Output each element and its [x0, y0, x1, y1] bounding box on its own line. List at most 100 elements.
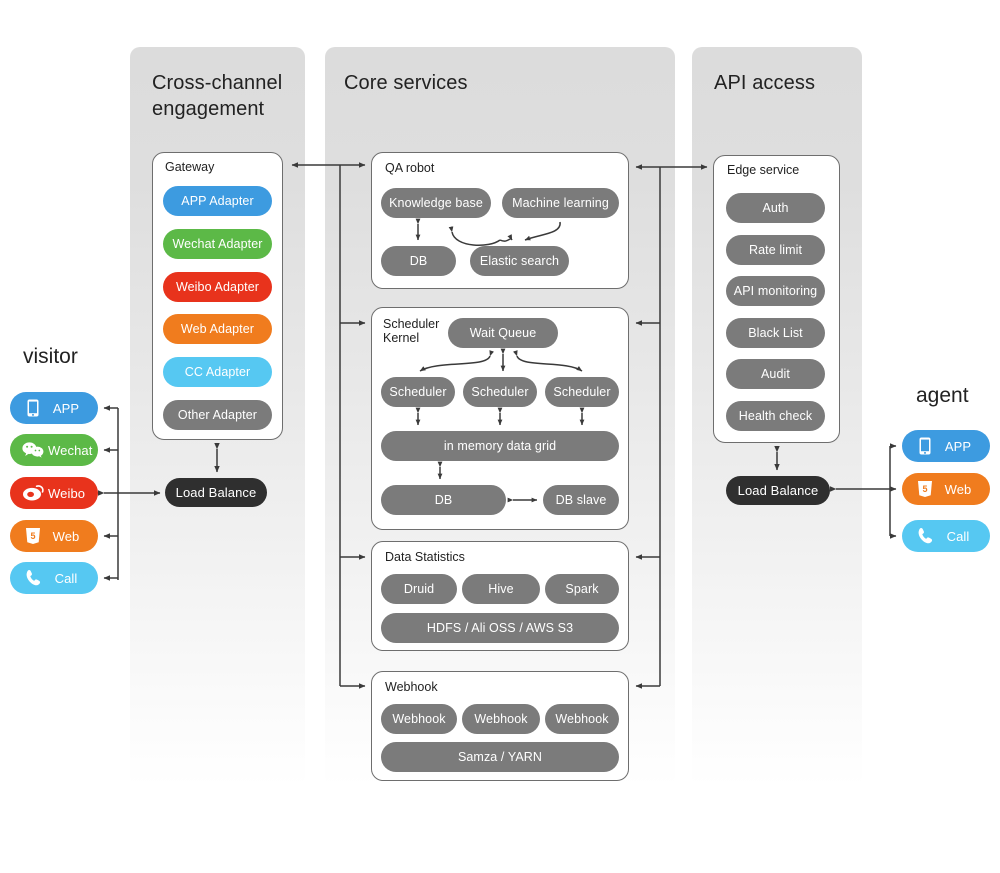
node-label: Knowledge base	[389, 196, 483, 210]
webhook-node-3[interactable]: Webhook	[545, 704, 619, 734]
load-balance-left[interactable]: Load Balance	[165, 478, 267, 507]
channel-label: APP	[52, 400, 80, 416]
phone-icon	[18, 569, 48, 587]
scheduler-node-1[interactable]: Scheduler	[381, 377, 455, 407]
gateway-item-label: Weibo Adapter	[175, 280, 260, 294]
webhook-runtime[interactable]: Samza / YARN	[381, 742, 619, 772]
node-label: Elastic search	[479, 254, 560, 268]
scheduler-kernel-wait-queue[interactable]: Wait Queue	[448, 318, 558, 348]
qa-robot-title: QA robot	[385, 161, 435, 175]
node-label: Webhook	[392, 712, 446, 726]
visitor-channel-call[interactable]: Call	[10, 562, 98, 594]
node-label: Scheduler	[553, 385, 611, 399]
scheduler-node-3[interactable]: Scheduler	[545, 377, 619, 407]
data-statistics-storage[interactable]: HDFS / Ali OSS / AWS S3	[381, 613, 619, 643]
qa-robot-machine-learning[interactable]: Machine learning	[502, 188, 619, 218]
node-label: API monitoring	[733, 284, 818, 298]
data-statistics-title: Data Statistics	[385, 550, 465, 564]
gateway-item-wechat-adapter[interactable]: Wechat Adapter	[163, 229, 272, 259]
channel-label: Wechat	[48, 442, 93, 458]
html5-icon: 5	[910, 480, 940, 498]
node-label: in memory data grid	[443, 439, 557, 453]
html5-icon: 5	[18, 527, 48, 545]
qa-robot-db[interactable]: DB	[381, 246, 456, 276]
wechat-icon	[18, 442, 48, 458]
in-memory-data-grid[interactable]: in memory data grid	[381, 431, 619, 461]
edge-service-item-rate-limit[interactable]: Rate limit	[726, 235, 825, 265]
gateway-item-label: CC Adapter	[184, 365, 251, 379]
node-label: Webhook	[555, 712, 609, 726]
channel-label: Web	[52, 528, 80, 544]
qa-robot-elastic-search[interactable]: Elastic search	[470, 246, 569, 276]
node-label: Audit	[761, 367, 790, 381]
node-label: Wait Queue	[469, 326, 537, 340]
node-label: DB	[409, 254, 428, 268]
gateway-item-other-adapter[interactable]: Other Adapter	[163, 400, 272, 430]
edge-service-item-health-check[interactable]: Health check	[726, 401, 825, 431]
webhook-title: Webhook	[385, 680, 438, 694]
data-statistics-hive[interactable]: Hive	[462, 574, 540, 604]
load-balance-label: Load Balance	[737, 483, 819, 498]
agent-channel-call[interactable]: Call	[902, 520, 990, 552]
phone-icon	[910, 527, 940, 545]
architecture-diagram: Cross-channel engagement Core services A…	[0, 0, 1000, 873]
visitor-channel-web[interactable]: 5 Web	[10, 520, 98, 552]
node-label: Machine learning	[512, 196, 609, 210]
gateway-item-label: Web Adapter	[180, 322, 255, 336]
channel-label: Web	[944, 481, 972, 497]
panel-title-cross-channel: Cross-channel engagement	[152, 72, 283, 120]
node-label: Scheduler	[471, 385, 529, 399]
node-label: Hive	[488, 582, 514, 596]
svg-text:5: 5	[922, 484, 927, 494]
node-label: DB	[434, 493, 453, 507]
scheduler-kernel-title: Scheduler Kernel	[383, 317, 440, 346]
data-statistics-spark[interactable]: Spark	[545, 574, 619, 604]
channel-label: Call	[54, 570, 78, 586]
panel-title-core-services: Core services	[344, 72, 468, 94]
gateway-item-label: APP Adapter	[181, 194, 254, 208]
channel-label: Call	[946, 528, 970, 544]
node-label: HDFS / Ali OSS / AWS S3	[426, 621, 574, 635]
panel-title-api-access: API access	[714, 72, 816, 94]
node-label: Spark	[565, 582, 599, 596]
edge-service-item-audit[interactable]: Audit	[726, 359, 825, 389]
channel-label: Weibo	[48, 485, 86, 501]
edge-service-item-black-list[interactable]: Black List	[726, 318, 825, 348]
scheduler-db[interactable]: DB	[381, 485, 506, 515]
node-label: Auth	[762, 201, 789, 215]
scheduler-db-slave[interactable]: DB slave	[543, 485, 619, 515]
visitor-channel-wechat[interactable]: Wechat	[10, 434, 98, 466]
load-balance-label: Load Balance	[175, 485, 257, 500]
webhook-node-2[interactable]: Webhook	[462, 704, 540, 734]
agent-title: agent	[916, 384, 969, 407]
mobile-icon	[910, 437, 940, 455]
gateway-item-weibo-adapter[interactable]: Weibo Adapter	[163, 272, 272, 302]
qa-robot-knowledge-base[interactable]: Knowledge base	[381, 188, 491, 218]
node-label: Black List	[748, 326, 803, 340]
webhook-node-1[interactable]: Webhook	[381, 704, 457, 734]
agent-channel-web[interactable]: 5 Web	[902, 473, 990, 505]
edge-service-title: Edge service	[727, 163, 800, 177]
edge-service-item-api-monitoring[interactable]: API monitoring	[726, 276, 825, 306]
data-statistics-druid[interactable]: Druid	[381, 574, 457, 604]
svg-text:5: 5	[30, 531, 35, 541]
gateway-item-cc-adapter[interactable]: CC Adapter	[163, 357, 272, 387]
gateway-title: Gateway	[165, 160, 215, 174]
gateway-item-app-adapter[interactable]: APP Adapter	[163, 186, 272, 216]
node-label: Samza / YARN	[457, 750, 543, 764]
gateway-item-label: Other Adapter	[177, 408, 258, 422]
gateway-item-web-adapter[interactable]: Web Adapter	[163, 314, 272, 344]
mobile-icon	[18, 399, 48, 417]
agent-channel-app[interactable]: APP	[902, 430, 990, 462]
scheduler-node-2[interactable]: Scheduler	[463, 377, 537, 407]
node-label: Druid	[403, 582, 435, 596]
visitor-channel-weibo[interactable]: Weibo	[10, 477, 98, 509]
load-balance-right[interactable]: Load Balance	[726, 476, 830, 505]
visitor-channel-app[interactable]: APP	[10, 392, 98, 424]
weibo-icon	[18, 485, 48, 501]
edge-service-item-auth[interactable]: Auth	[726, 193, 825, 223]
node-label: Scheduler	[389, 385, 447, 399]
node-label: Health check	[738, 409, 813, 423]
node-label: DB slave	[555, 493, 607, 507]
node-label: Rate limit	[748, 243, 803, 257]
